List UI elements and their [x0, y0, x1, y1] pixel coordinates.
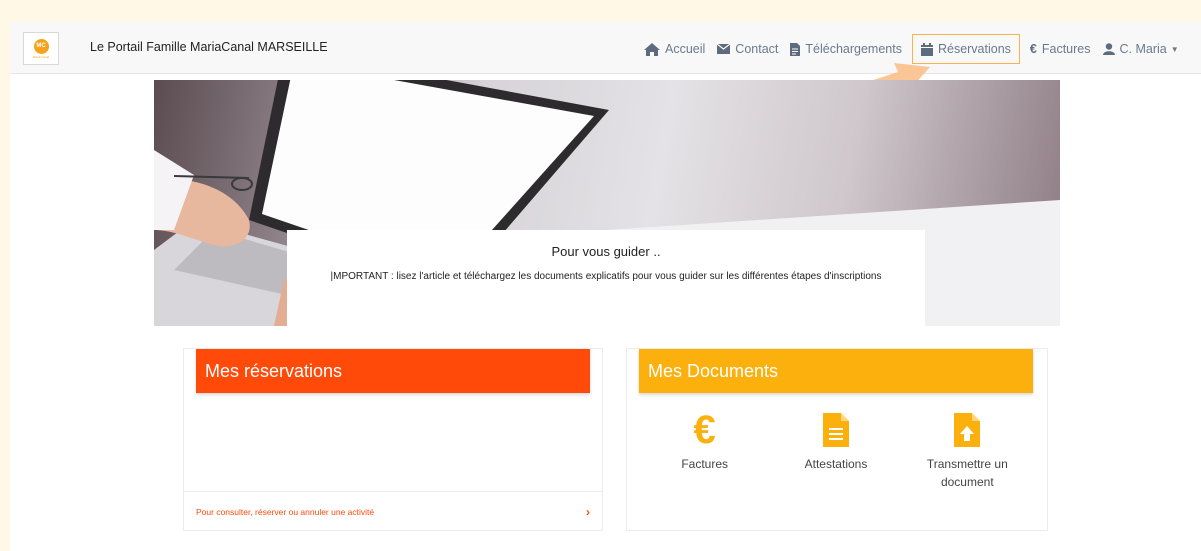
document-item-attestations[interactable]: Attestations — [770, 409, 901, 491]
reservations-card-title[interactable]: Mes réservations — [196, 349, 590, 393]
file-upload-icon — [954, 409, 981, 451]
documents-card: Mes Documents € Factures Attestations Tr… — [626, 348, 1048, 531]
logo[interactable]: MC Maria Canal — [23, 32, 59, 65]
nav-item-label: Contact — [735, 42, 779, 56]
hero-caption: Pour vous guider .. |MPORTANT : lisez l'… — [287, 230, 925, 326]
chevron-right-icon: › — [586, 504, 590, 519]
document-item-label: Factures — [681, 457, 728, 471]
nav-item-contact[interactable]: Contact — [711, 34, 784, 64]
documents-list: € Factures Attestations Transmettre un d… — [639, 409, 1033, 491]
nav-item-factures[interactable]: € Factures — [1024, 34, 1097, 64]
nav-item-label: Réservations — [937, 42, 1011, 56]
nav-item-reservations[interactable]: Réservations — [911, 34, 1020, 64]
hero-text: |MPORTANT : lisez l'article et télécharg… — [330, 271, 882, 282]
nav-item-user[interactable]: C. Maria ▼ — [1097, 34, 1185, 64]
logo-caption: Maria Canal — [32, 54, 50, 59]
home-icon — [644, 42, 660, 56]
nav-item-telechargements[interactable]: Téléchargements — [784, 34, 908, 64]
nav-menu: Accueil Contact Téléchargements Réservat… — [638, 34, 1185, 64]
reservations-card: Mes réservations Pour consulter, réserve… — [183, 348, 603, 531]
file-text-icon — [822, 409, 849, 451]
nav-item-label: Factures — [1041, 42, 1091, 56]
nav-item-label: C. Maria — [1119, 42, 1167, 56]
brand-title[interactable]: Le Portail Famille MariaCanal MARSEILLE — [90, 40, 328, 54]
document-item-factures[interactable]: € Factures — [639, 409, 770, 491]
document-item-transmettre[interactable]: Transmettre un document — [902, 409, 1033, 491]
hero-title: Pour vous guider .. — [551, 244, 661, 259]
document-item-label: Attestations — [804, 457, 868, 471]
hero-banner: Pour vous guider .. |MPORTANT : lisez l'… — [154, 80, 1060, 326]
page: MC Maria Canal Le Portail Famille MariaC… — [10, 22, 1201, 551]
logo-mark: MC — [33, 38, 49, 54]
nav-item-label: Téléchargements — [805, 42, 902, 56]
calendar-icon — [920, 42, 933, 56]
document-item-label: Transmettre un document — [926, 457, 1008, 489]
reservations-link-label: Pour consulter, réserver ou annuler une … — [196, 506, 375, 517]
documents-card-title[interactable]: Mes Documents — [639, 349, 1033, 393]
navbar: MC Maria Canal Le Portail Famille MariaC… — [10, 22, 1201, 110]
euro-icon: € — [1029, 42, 1037, 56]
user-icon — [1102, 43, 1115, 55]
nav-item-label: Accueil — [665, 42, 706, 56]
file-icon — [790, 42, 801, 56]
euro-icon: € — [693, 408, 716, 452]
chevron-down-icon: ▼ — [1170, 44, 1179, 54]
reservations-link[interactable]: Pour consulter, réserver ou annuler une … — [184, 491, 602, 531]
nav-item-accueil[interactable]: Accueil — [638, 34, 711, 64]
envelope-icon — [717, 44, 731, 54]
